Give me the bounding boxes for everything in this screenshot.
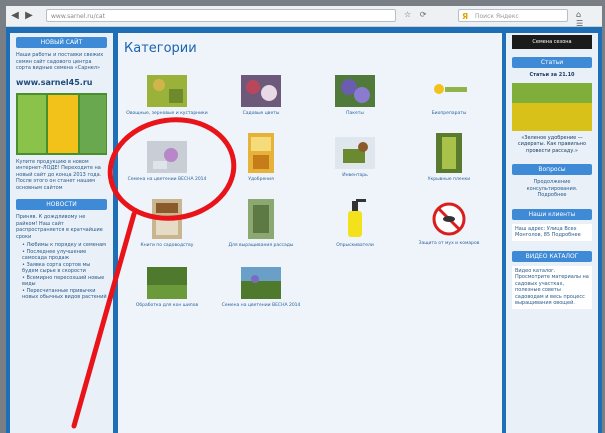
highlight-arrow-line [71, 211, 137, 429]
annotation-overlay [71, 117, 237, 429]
highlight-circle [107, 117, 237, 221]
browser-window: ◀ ▶ www.sarnel.ru/cat ☆ ⟳ Я Поиск Яндекс… [6, 6, 602, 433]
